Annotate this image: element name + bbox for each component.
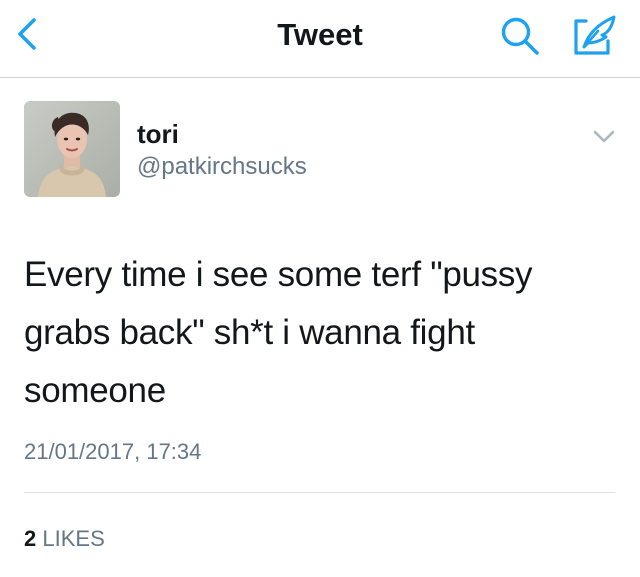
tweet-text-line: Every time i see some terf "pussy — [24, 255, 533, 294]
tweet-text-line: someone — [24, 371, 166, 410]
profile-photo — [24, 101, 120, 197]
likes-label: LIKES — [42, 526, 105, 551]
avatar[interactable] — [24, 101, 120, 197]
tweet-text-line: grabs back" sh*t i wanna fight — [24, 313, 475, 352]
compose-tweet-button[interactable] — [568, 11, 620, 63]
author-name[interactable]: tori — [137, 119, 179, 150]
search-icon — [501, 17, 539, 55]
divider — [24, 492, 615, 493]
likes-count: 2 — [24, 526, 37, 551]
tweet-timestamp: 21/01/2017, 17:34 — [24, 439, 202, 464]
author-handle[interactable]: @patkirchsucks — [137, 153, 307, 181]
tweet-options-button[interactable] — [590, 127, 618, 147]
compose-tweet-icon — [574, 15, 616, 55]
tweet-text: Every time i see some terf "pussy grabs … — [24, 246, 604, 420]
top-navigation-bar: Tweet — [0, 0, 640, 78]
chevron-down-icon — [593, 130, 615, 143]
likes-count-link[interactable]: 2 LIKES — [24, 526, 105, 552]
search-button[interactable] — [497, 13, 545, 61]
